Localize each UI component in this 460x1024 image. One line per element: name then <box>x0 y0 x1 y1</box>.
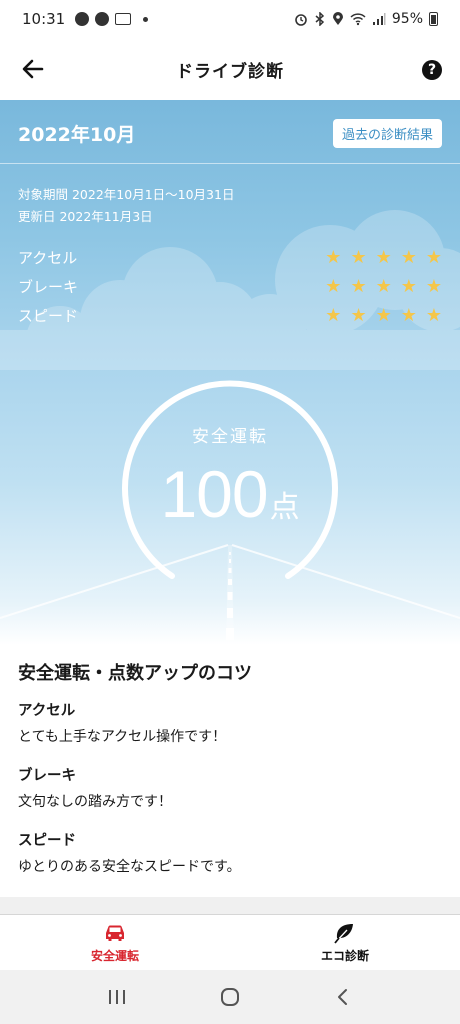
star-icon: ★ <box>325 304 342 326</box>
rating-label: ブレーキ <box>18 278 79 296</box>
star-icon: ★ <box>425 304 442 326</box>
system-nav-bar <box>0 970 460 1024</box>
rating-stars: ★ ★ ★ ★ ★ <box>325 275 442 297</box>
globe-icon <box>95 12 110 26</box>
more-notifications-icon <box>143 16 149 22</box>
score-unit: 点 <box>269 490 300 525</box>
recents-button[interactable] <box>102 982 132 1012</box>
diagnosis-hero: 2022年10月 過去の診断結果 対象期間 2022年10月1日〜10月31日 … <box>0 100 460 645</box>
star-icon: ★ <box>400 246 417 268</box>
rating-label: アクセル <box>18 249 78 267</box>
tip-accel: アクセル とても上手なアクセル操作です！ <box>18 699 442 746</box>
star-icon: ★ <box>400 304 417 326</box>
rating-row: スピード ★ ★ ★ ★ ★ <box>18 301 442 330</box>
month-title: 2022年10月 <box>18 124 136 146</box>
gauge-label: 安全運転 <box>192 427 268 447</box>
back-button[interactable] <box>18 54 48 84</box>
wifi-icon <box>350 13 366 26</box>
updated-date: 更新日 2022年11月3日 <box>18 209 153 224</box>
system-back-button[interactable] <box>328 982 358 1012</box>
arrow-left-icon <box>22 59 44 79</box>
app-header: ドライブ診断 ? <box>0 38 460 100</box>
ratings: アクセル ★ ★ ★ ★ ★ ブレーキ ★ ★ ★ ★ ★ スピード ★ ★ ★ ★ ★ <box>18 243 442 330</box>
bluetooth-icon <box>315 12 324 26</box>
target-period: 対象期間 2022年10月1日〜10月31日 <box>18 187 235 202</box>
tip-text: ゆとりのある安全なスピードです。 <box>18 859 241 875</box>
leaf-icon <box>334 923 353 944</box>
score-value: 100 <box>160 457 268 531</box>
star-icon: ★ <box>350 246 367 268</box>
back-icon <box>338 989 348 1005</box>
star-icon: ★ <box>425 246 442 268</box>
tip-text: とても上手なアクセル操作です！ <box>18 729 227 745</box>
recents-icon <box>108 990 125 1004</box>
page-title: ドライブ診断 <box>176 61 284 82</box>
history-button[interactable]: 過去の診断結果 <box>332 119 442 148</box>
star-icon: ★ <box>375 275 392 297</box>
star-icon: ★ <box>400 275 417 297</box>
home-icon <box>220 988 239 1006</box>
home-button[interactable] <box>215 982 245 1012</box>
month-bar: 2022年10月 過去の診断結果 <box>0 100 460 164</box>
battery-percent: 95% <box>391 11 423 27</box>
tip-heading: アクセル <box>18 703 76 719</box>
rating-row: アクセル ★ ★ ★ ★ ★ <box>18 243 442 272</box>
tab-label: 安全運転 <box>90 948 139 963</box>
star-icon: ★ <box>350 304 367 326</box>
help-button[interactable]: ? <box>422 60 442 80</box>
star-icon: ★ <box>325 246 342 268</box>
tip-heading: スピード <box>18 833 76 849</box>
tab-eco-diagnosis[interactable]: エコ診断 <box>230 915 460 970</box>
tip-brake: ブレーキ 文句なしの踏み方です！ <box>18 764 442 811</box>
score-display: 100点 <box>0 456 460 532</box>
tip-speed: スピード ゆとりのある安全なスピードです。 <box>18 829 442 876</box>
bottom-tab-bar: 安全運転 エコ診断 <box>0 915 460 970</box>
rating-row: ブレーキ ★ ★ ★ ★ ★ <box>18 272 442 301</box>
star-icon: ★ <box>325 275 342 297</box>
tips-section: 安全運転・点数アップのコツ アクセル とても上手なアクセル操作です！ ブレーキ … <box>0 645 460 897</box>
notification-icon <box>75 12 90 26</box>
location-icon <box>332 12 343 25</box>
star-icon: ★ <box>375 246 392 268</box>
tip-text: 文句なしの踏み方です！ <box>18 794 172 810</box>
tab-label: エコ診断 <box>320 948 369 963</box>
rating-stars: ★ ★ ★ ★ ★ <box>325 304 442 326</box>
rating-label: スピード <box>18 307 79 325</box>
tip-heading: ブレーキ <box>18 768 76 784</box>
star-icon: ★ <box>375 304 392 326</box>
status-time: 10:31 <box>22 10 66 28</box>
rating-stars: ★ ★ ★ ★ ★ <box>325 246 442 268</box>
app-notification-icon <box>115 13 132 25</box>
tips-title: 安全運転・点数アップのコツ <box>18 663 252 684</box>
battery-icon <box>429 12 438 26</box>
question-mark-icon: ? <box>427 62 437 78</box>
alarm-icon <box>295 14 307 26</box>
car-icon <box>106 925 124 941</box>
section-divider <box>0 897 460 915</box>
signal-icon <box>372 13 386 25</box>
star-icon: ★ <box>350 275 367 297</box>
tab-safe-driving[interactable]: 安全運転 <box>0 915 230 970</box>
status-bar: 10:31 95% <box>0 0 460 38</box>
star-icon: ★ <box>425 275 442 297</box>
